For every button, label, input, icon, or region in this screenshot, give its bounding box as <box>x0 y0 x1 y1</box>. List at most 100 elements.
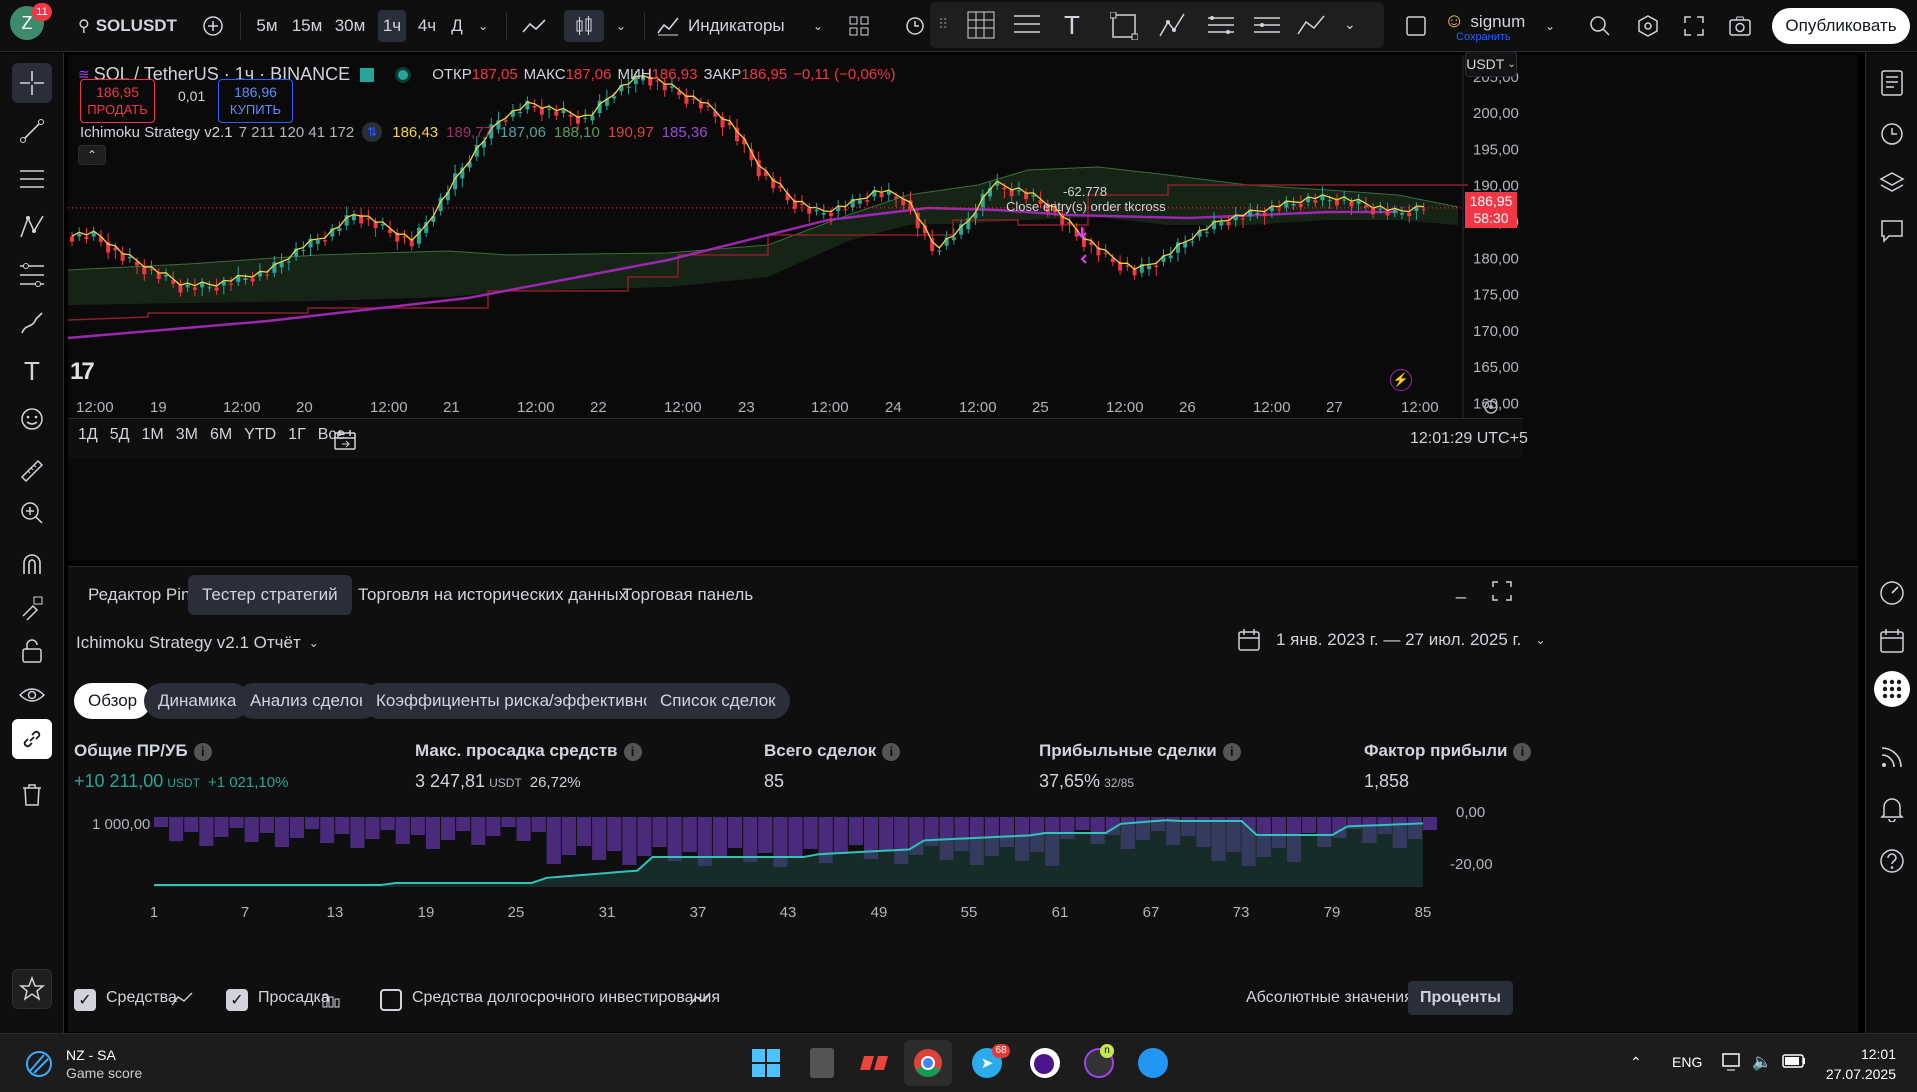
interval-d[interactable]: Д <box>446 10 468 42</box>
interval-15m[interactable]: 15м <box>288 10 326 42</box>
collapse-legend-button[interactable]: ⌃ <box>78 145 106 165</box>
interval-5m[interactable]: 5м <box>250 10 284 42</box>
alerts-clock-icon[interactable] <box>1874 115 1910 151</box>
windows-start-icon[interactable] <box>752 1049 780 1082</box>
templates-icon[interactable] <box>842 10 876 42</box>
interval-dropdown[interactable]: ⌄ <box>472 10 494 42</box>
tachometer-icon[interactable] <box>1874 575 1910 611</box>
panel-tab[interactable]: Тестер стратегий <box>188 575 352 615</box>
price-chart[interactable]: 205,00200,00195,00190,00185,00180,00175,… <box>68 51 1858 561</box>
buy-button[interactable]: 186,96 КУПИТЬ <box>218 79 293 123</box>
eye-icon[interactable] <box>12 675 52 715</box>
favorites-star-icon[interactable] <box>12 969 52 1009</box>
magnet-icon[interactable] <box>12 545 52 585</box>
range-button[interactable]: 1М <box>135 426 169 444</box>
broadcast-icon[interactable] <box>1874 739 1910 775</box>
battery-icon[interactable] <box>1782 1054 1806 1073</box>
mode-percent-button[interactable]: Проценты <box>1408 981 1513 1015</box>
apps-grid-icon[interactable] <box>1874 671 1910 707</box>
ruler-icon[interactable] <box>12 451 52 491</box>
drag-handle-icon[interactable]: ⠿ <box>938 16 948 33</box>
quick-search-icon[interactable] <box>1584 10 1616 42</box>
emoji-icon[interactable] <box>12 399 52 439</box>
currency-selector[interactable]: USDT ⌄ <box>1465 51 1517 77</box>
series-checkbox[interactable]: ✓ <box>226 989 248 1011</box>
fib-lines-icon[interactable] <box>1012 12 1042 43</box>
interval-30m[interactable]: 30м <box>330 10 370 42</box>
chart-type-dropdown[interactable]: ⌄ <box>610 10 632 42</box>
info-icon[interactable]: i <box>623 743 642 761</box>
trend-line-icon[interactable] <box>12 111 52 151</box>
series-checkbox[interactable] <box>380 989 402 1011</box>
report-subtab[interactable]: Коэффициенты риска/эффективности <box>362 683 693 719</box>
range-button[interactable]: YTD <box>238 426 282 444</box>
range-button[interactable]: 6М <box>204 426 238 444</box>
interval-1h[interactable]: 1ч <box>378 10 406 42</box>
sell-button[interactable]: 186,95 ПРОДАТЬ <box>80 79 155 123</box>
chrome-icon[interactable] <box>904 1040 952 1086</box>
date-range-icon[interactable] <box>334 430 356 455</box>
elliott-wave-icon[interactable] <box>1158 10 1188 45</box>
fib-tool-icon[interactable] <box>12 255 52 295</box>
help-icon[interactable] <box>1874 843 1910 879</box>
chat-icon[interactable] <box>1874 213 1910 249</box>
camera-icon[interactable] <box>1724 10 1756 42</box>
anydesk-icon[interactable] <box>860 1050 892 1076</box>
fullscreen-icon[interactable] <box>1678 10 1710 42</box>
brush-icon[interactable] <box>12 303 52 343</box>
watchlist-icon[interactable] <box>1874 65 1910 101</box>
calculator-icon[interactable] <box>810 1048 834 1078</box>
report-subtab[interactable]: Динамика <box>144 683 251 719</box>
publish-button[interactable]: Опубликовать <box>1772 8 1910 44</box>
panel-tab[interactable]: Торговая панель <box>608 575 767 615</box>
rectangle-tool-icon[interactable] <box>1109 11 1139 45</box>
strategy-flow-icon[interactable]: ⇅ <box>362 122 383 142</box>
network-icon[interactable] <box>1722 1052 1744 1077</box>
pattern-icon[interactable] <box>12 207 52 247</box>
info-icon[interactable]: i <box>882 743 901 761</box>
series-checkbox[interactable]: ✓ <box>74 989 96 1011</box>
tradingview-logo[interactable]: 17 <box>70 358 95 386</box>
indicators-button[interactable]: Индикаторы <box>656 10 826 42</box>
range-button[interactable]: 1Д <box>72 426 104 444</box>
grid-icon[interactable] <box>966 10 996 45</box>
panel-tab[interactable]: Торговля на исторических данных <box>344 575 641 615</box>
range-button[interactable]: 5Д <box>104 426 136 444</box>
text-icon[interactable]: T <box>12 351 52 391</box>
alert-clock-icon[interactable] <box>898 10 932 42</box>
pitchfork-icon[interactable] <box>1252 12 1282 43</box>
text-tool-icon[interactable]: T <box>1064 10 1080 41</box>
range-button[interactable]: 1Г <box>282 426 312 444</box>
interval-4h[interactable]: 4ч <box>412 10 442 42</box>
report-subtab[interactable]: Анализ сделок <box>236 683 381 719</box>
maximize-panel-icon[interactable] <box>1492 581 1512 606</box>
info-icon[interactable]: i <box>1222 743 1241 761</box>
layers-icon[interactable] <box>1874 165 1910 201</box>
tray-chevron-icon[interactable]: ⌃ <box>1630 1054 1642 1071</box>
crosshair-icon[interactable] <box>12 63 52 103</box>
parallel-channel-icon[interactable] <box>1206 12 1236 43</box>
trend-line-icon[interactable] <box>1296 12 1326 43</box>
link-icon[interactable] <box>12 719 52 759</box>
report-title[interactable]: Ichimoku Strategy v2.1 Отчёт ⌄ <box>76 633 319 653</box>
info-icon[interactable]: i <box>193 743 212 761</box>
weather-widget[interactable]: NZ - SA Game score <box>24 1046 142 1082</box>
add-symbol-button[interactable] <box>198 10 228 42</box>
line-chart-icon[interactable] <box>516 10 552 42</box>
info-icon[interactable]: i <box>1513 743 1532 761</box>
app-globe-icon[interactable] <box>1138 1048 1168 1078</box>
report-subtab[interactable]: Список сделок <box>646 683 790 719</box>
layout-square-icon[interactable] <box>1400 10 1432 42</box>
unlock-icon[interactable] <box>12 631 52 671</box>
symbol-search[interactable]: ⚲ SOLUSDT <box>78 10 178 42</box>
notifications-bell-icon[interactable] <box>1874 791 1910 827</box>
clock-label[interactable]: 12:01:29 UTC+5 <box>1410 430 1528 448</box>
minimize-panel-icon[interactable]: _ <box>1456 579 1466 600</box>
equity-chart[interactable]: 1 000,00 0,00 -20,00 1 7 13 19 25 31 37 43 49 55 61 67… <box>68 803 1528 923</box>
zoom-in-icon[interactable] <box>12 493 52 533</box>
trash-icon[interactable] <box>12 775 52 815</box>
settings-hex-icon[interactable] <box>1632 10 1664 42</box>
volume-icon[interactable]: 🔈 <box>1752 1052 1772 1072</box>
range-button[interactable]: 3М <box>170 426 204 444</box>
report-subtab[interactable]: Обзор <box>74 683 152 719</box>
